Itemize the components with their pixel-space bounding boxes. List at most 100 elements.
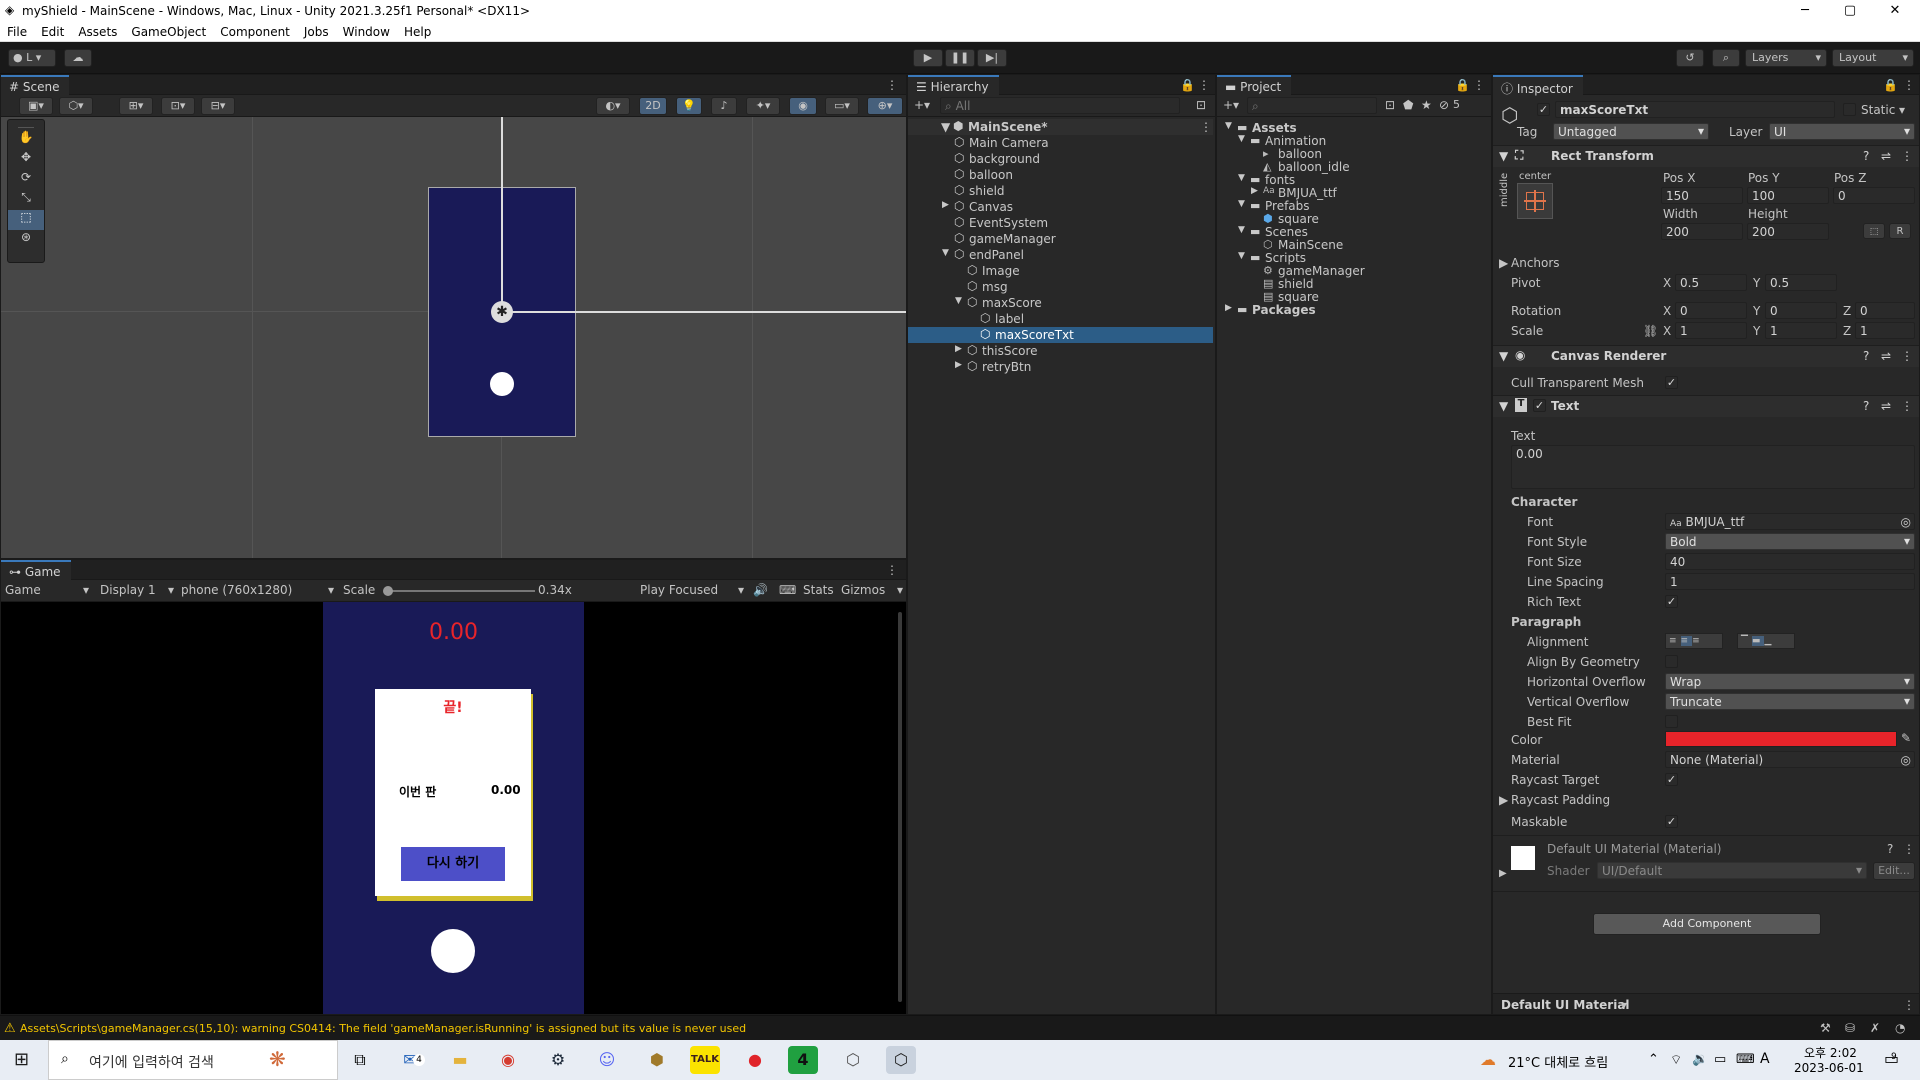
pos-x-field[interactable]: 150 bbox=[1661, 187, 1743, 204]
camera-dropdown[interactable]: ▭▾ bbox=[825, 97, 859, 115]
tab-game[interactable]: ⊶ Game bbox=[1, 560, 71, 580]
width-field[interactable]: 200 bbox=[1661, 223, 1743, 240]
progress-icon[interactable]: ⚒ bbox=[1820, 1021, 1831, 1035]
notification-icon[interactable]: ▭ 9 bbox=[1884, 1049, 1899, 1068]
2d-toggle[interactable]: 2D bbox=[639, 97, 667, 115]
color-swatch[interactable] bbox=[1665, 731, 1897, 747]
balloon-sprite[interactable] bbox=[490, 372, 514, 396]
hidden-packages-icon[interactable]: ⊘ bbox=[1439, 98, 1449, 112]
keyboard-icon[interactable]: ⌨ bbox=[779, 583, 796, 597]
gizmos-toggle[interactable]: Gizmos ▾ bbox=[841, 583, 903, 597]
display-dropdown[interactable]: Display 1 ▾ bbox=[100, 583, 174, 597]
chrome-icon[interactable]: ◉ bbox=[493, 1046, 523, 1074]
rotation-z-field[interactable]: 0 bbox=[1855, 302, 1915, 319]
static-dropdown-arrow[interactable]: ▾ bbox=[1899, 103, 1905, 117]
tab-project[interactable]: ▬ Project bbox=[1217, 75, 1292, 95]
scene-viewport[interactable]: ✱ ✋ ✥ ⟳ ⤡ ⬚ ⊛ bbox=[1, 117, 906, 558]
weather-text[interactable]: 21°C 대체로 흐림 bbox=[1508, 1052, 1608, 1071]
expand-arrow[interactable]: ▶ bbox=[955, 344, 962, 354]
layout-dropdown[interactable]: Layout ▾ bbox=[1832, 49, 1914, 67]
game-menu-icon[interactable]: ⋮ bbox=[886, 563, 898, 577]
cull-transparent-mesh-checkbox[interactable]: ✓ bbox=[1665, 376, 1678, 389]
component-menu-icon[interactable]: ⋮ bbox=[1901, 349, 1913, 363]
layer-dropdown[interactable]: UI bbox=[1769, 123, 1915, 140]
hierarchy-item[interactable]: ⬡ Image bbox=[908, 263, 1213, 279]
maskable-checkbox[interactable]: ✓ bbox=[1665, 815, 1678, 828]
expand-arrow[interactable]: ▼ bbox=[1238, 225, 1245, 235]
preview-footer[interactable]: Default UI Material ▾ ⋮ bbox=[1493, 993, 1919, 1014]
presets-icon[interactable]: ⇌ bbox=[1881, 149, 1891, 163]
scale-tool-icon[interactable]: ⤡ bbox=[8, 190, 44, 210]
discord-icon[interactable]: ☺ bbox=[592, 1046, 622, 1074]
display-icon[interactable]: ▭ bbox=[1714, 1052, 1726, 1067]
scale-slider[interactable] bbox=[383, 586, 535, 596]
keyboard-tray-icon[interactable]: ⌨ bbox=[1736, 1052, 1755, 1067]
preview-menu-icon[interactable]: ⋮ bbox=[1903, 998, 1915, 1012]
menu-window[interactable]: Window bbox=[336, 22, 397, 39]
status-bar[interactable]: ⚠ Assets\Scripts\gameManager.cs(15,10): … bbox=[0, 1015, 1920, 1040]
rotate-tool-icon[interactable]: ⟳ bbox=[8, 170, 44, 190]
shader-dropdown[interactable]: UI/Default bbox=[1597, 862, 1867, 879]
expand-arrow[interactable]: ▶ bbox=[955, 360, 962, 370]
tab-scene[interactable]: # Scene bbox=[1, 75, 70, 95]
search-by-label-icon[interactable]: ⬟ bbox=[1403, 98, 1413, 112]
scale-y-field[interactable]: 1 bbox=[1765, 322, 1837, 339]
render-mode-dropdown[interactable]: ⬡▾ bbox=[59, 97, 93, 115]
mail-icon[interactable]: ✉ 4 bbox=[395, 1046, 425, 1074]
cache-server-icon[interactable]: ⛁ bbox=[1845, 1021, 1855, 1035]
inspector-menu-icon[interactable]: ⋮ bbox=[1903, 78, 1915, 92]
hierarchy-item[interactable]: ⬡ balloon bbox=[908, 167, 1213, 183]
search-icon[interactable]: ⌕ bbox=[1712, 49, 1740, 67]
lock-icon[interactable]: 🔒 bbox=[1883, 78, 1898, 92]
unity-hub-icon[interactable]: ⬡ bbox=[838, 1046, 868, 1074]
text-component-header[interactable]: ▼ T ✓ Text ? ⇌ ⋮ bbox=[1493, 395, 1919, 417]
expand-arrow[interactable]: ▼ bbox=[942, 248, 949, 258]
object-name-field[interactable]: maxScoreTxt bbox=[1555, 101, 1835, 118]
font-field[interactable]: Aa BMJUA_ttf ◎ bbox=[1665, 513, 1915, 530]
search-by-type-icon[interactable]: ⊡ bbox=[1385, 98, 1395, 112]
hierarchy-item[interactable]: ⬡ Main Camera bbox=[908, 135, 1213, 151]
project-item[interactable]: ▶ ▬ Packages bbox=[1217, 303, 1491, 319]
draw-mode-dropdown[interactable]: ▣▾ bbox=[19, 97, 53, 115]
move-tool-icon[interactable]: ✥ bbox=[8, 150, 44, 170]
hierarchy-item[interactable]: ▼ ⬡ endPanel bbox=[908, 247, 1213, 263]
expand-arrow[interactable]: ▼ bbox=[1225, 121, 1232, 131]
tab-hierarchy[interactable]: ☰ Hierarchy bbox=[908, 75, 999, 95]
static-checkbox[interactable]: ✓ bbox=[1843, 103, 1856, 116]
help-icon[interactable]: ? bbox=[1887, 842, 1893, 856]
menu-help[interactable]: Help bbox=[397, 22, 438, 39]
grid-snap-dropdown[interactable]: ⊞▾ bbox=[119, 97, 153, 115]
game-scrollbar[interactable] bbox=[898, 612, 902, 1002]
scene-root-row[interactable]: ▼ ⬢ MainScene* ⋮ bbox=[908, 119, 1213, 135]
hierarchy-menu-icon[interactable]: ⋮ bbox=[1198, 78, 1210, 92]
scene-menu-icon[interactable]: ⋮ bbox=[886, 78, 898, 92]
lighting-toggle-icon[interactable]: 💡 bbox=[676, 97, 702, 115]
task-view-icon[interactable]: ⧉ bbox=[345, 1046, 375, 1074]
scale-x-field[interactable]: 1 bbox=[1675, 322, 1747, 339]
active-checkbox[interactable]: ✓ bbox=[1537, 103, 1550, 116]
expand-arrow[interactable]: ▶ bbox=[942, 200, 949, 210]
tray-chevron-icon[interactable]: ⌃ bbox=[1648, 1052, 1659, 1067]
component-menu-icon[interactable]: ⋮ bbox=[1901, 399, 1913, 413]
component-menu-icon[interactable]: ⋮ bbox=[1901, 149, 1913, 163]
tag-dropdown[interactable]: Untagged bbox=[1553, 123, 1709, 140]
expand-arrow[interactable]: ▼ bbox=[1238, 199, 1245, 209]
windows-start-icon[interactable]: ⊞ bbox=[14, 1049, 29, 1070]
scale-slider-thumb[interactable] bbox=[383, 586, 393, 596]
material-expand-arrow[interactable]: ▶ bbox=[1499, 868, 1507, 879]
anchor-presets-button[interactable] bbox=[1517, 183, 1553, 219]
rotation-y-field[interactable]: 0 bbox=[1765, 302, 1837, 319]
effects-dropdown[interactable]: ✦▾ bbox=[746, 97, 780, 115]
hierarchy-item[interactable]: ⬡ background bbox=[908, 151, 1213, 167]
volume-icon[interactable]: 🔉 bbox=[1692, 1052, 1708, 1067]
close-button[interactable]: ✕ bbox=[1872, 0, 1918, 22]
presets-icon[interactable]: ⇌ bbox=[1881, 349, 1891, 363]
scale-link-icon[interactable]: ⛓ bbox=[1643, 324, 1658, 338]
shader-edit-button[interactable]: Edit... bbox=[1873, 862, 1915, 880]
hierarchy-search-input[interactable]: ⌕ All bbox=[940, 97, 1180, 114]
menu-component[interactable]: Component bbox=[213, 22, 297, 39]
canvas-renderer-header[interactable]: ▼ ◉ Canvas Renderer ? ⇌ ⋮ bbox=[1493, 345, 1919, 367]
hierarchy-item[interactable]: ⬡ label bbox=[908, 311, 1213, 327]
hierarchy-item[interactable]: ▶ ⬡ thisScore bbox=[908, 343, 1213, 359]
game-viewport[interactable]: 0.00 끝! 이번 판 0.00 다시 하기 bbox=[1, 602, 906, 1014]
